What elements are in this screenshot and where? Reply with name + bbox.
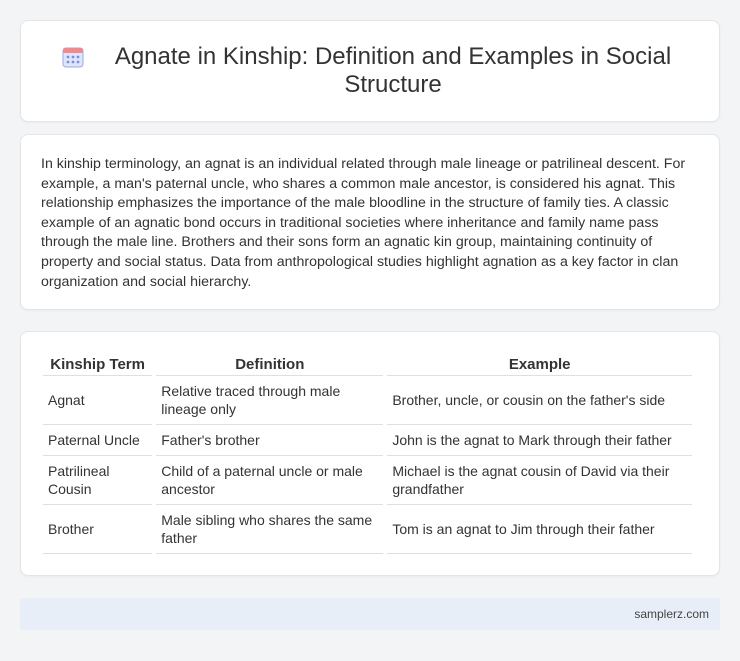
cell-example: Michael is the agnat cousin of David via… [387, 456, 692, 505]
intro-card: In kinship terminology, an agnat is an i… [20, 134, 720, 310]
cell-term: Agnat [43, 376, 153, 425]
cell-definition: Relative traced through male lineage onl… [156, 376, 384, 425]
table-row: Brother Male sibling who shares the same… [43, 505, 692, 554]
cell-example: Tom is an agnat to Jim through their fat… [387, 505, 692, 554]
cell-term: Brother [43, 505, 153, 554]
cell-definition: Father's brother [156, 425, 384, 456]
table-header-row: Kinship Term Definition Example [43, 352, 692, 376]
cell-definition: Child of a paternal uncle or male ancest… [156, 456, 384, 505]
kinship-table: Kinship Term Definition Example Agnat Re… [39, 352, 696, 554]
column-header-example: Example [387, 352, 692, 376]
table-row: Paternal Uncle Father's brother John is … [43, 425, 692, 456]
header-inner: Agnate in Kinship: Definition and Exampl… [61, 43, 679, 99]
column-header-term: Kinship Term [43, 352, 153, 376]
cell-example: Brother, uncle, or cousin on the father'… [387, 376, 692, 425]
column-header-definition: Definition [156, 352, 384, 376]
intro-paragraph: In kinship terminology, an agnat is an i… [41, 156, 686, 290]
table-row: Agnat Relative traced through male linea… [43, 376, 692, 425]
cell-example: John is the agnat to Mark through their … [387, 425, 692, 456]
page-title: Agnate in Kinship: Definition and Exampl… [114, 43, 672, 98]
header-card: Agnate in Kinship: Definition and Exampl… [20, 20, 720, 122]
cell-term: Patrilineal Cousin [43, 456, 153, 505]
calendar-grid-icon [62, 47, 84, 68]
table-row: Patrilineal Cousin Child of a paternal u… [43, 456, 692, 505]
cell-term: Paternal Uncle [43, 425, 153, 456]
footer-site-link[interactable]: samplerz.com [634, 607, 709, 621]
table-card: Kinship Term Definition Example Agnat Re… [20, 331, 720, 576]
cell-definition: Male sibling who shares the same father [156, 505, 384, 554]
footer-bar: samplerz.com [20, 598, 720, 630]
